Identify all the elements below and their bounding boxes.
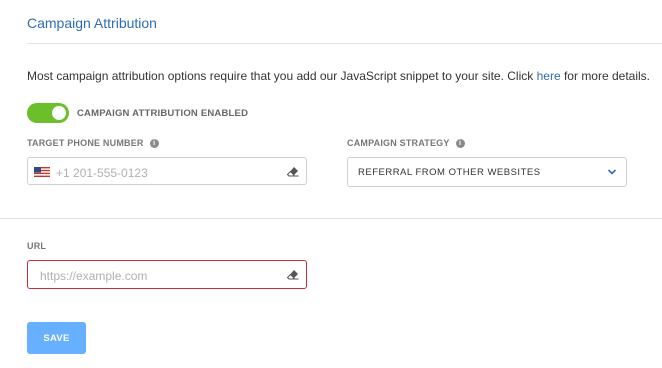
url-label-row: URL [27, 241, 46, 251]
strategy-selected: REFERRAL FROM OTHER WEBSITES [358, 167, 541, 178]
phone-input[interactable] [54, 164, 278, 182]
description-after: for more details. [560, 69, 651, 83]
strategy-select[interactable]: REFERRAL FROM OTHER WEBSITES [347, 157, 627, 187]
eraser-icon[interactable] [287, 166, 299, 177]
details-link[interactable]: here [537, 69, 561, 83]
form-divider [0, 218, 662, 219]
toggle-knob [52, 106, 66, 120]
strategy-label-row: CAMPAIGN STRATEGY i [347, 138, 465, 148]
us-flag-icon[interactable] [34, 167, 50, 177]
description-before: Most campaign attribution options requir… [27, 69, 537, 83]
description-text: Most campaign attribution options requir… [27, 69, 650, 83]
strategy-label: CAMPAIGN STRATEGY [347, 138, 450, 148]
phone-label-row: TARGET PHONE NUMBER i [27, 138, 159, 148]
info-icon[interactable]: i [149, 138, 159, 148]
eraser-icon[interactable] [287, 269, 299, 280]
info-icon[interactable]: i [455, 138, 465, 148]
attribution-toggle[interactable] [27, 103, 69, 123]
save-button[interactable]: SAVE [27, 322, 86, 354]
phone-field [27, 157, 307, 185]
url-field [27, 260, 307, 289]
section-divider [27, 43, 662, 44]
section-title: Campaign Attribution [27, 15, 157, 31]
chevron-down-icon [607, 169, 617, 175]
url-input[interactable] [38, 267, 282, 285]
toggle-label: CAMPAIGN ATTRIBUTION ENABLED [77, 108, 249, 119]
phone-label: TARGET PHONE NUMBER [27, 138, 144, 148]
url-label: URL [27, 241, 47, 251]
